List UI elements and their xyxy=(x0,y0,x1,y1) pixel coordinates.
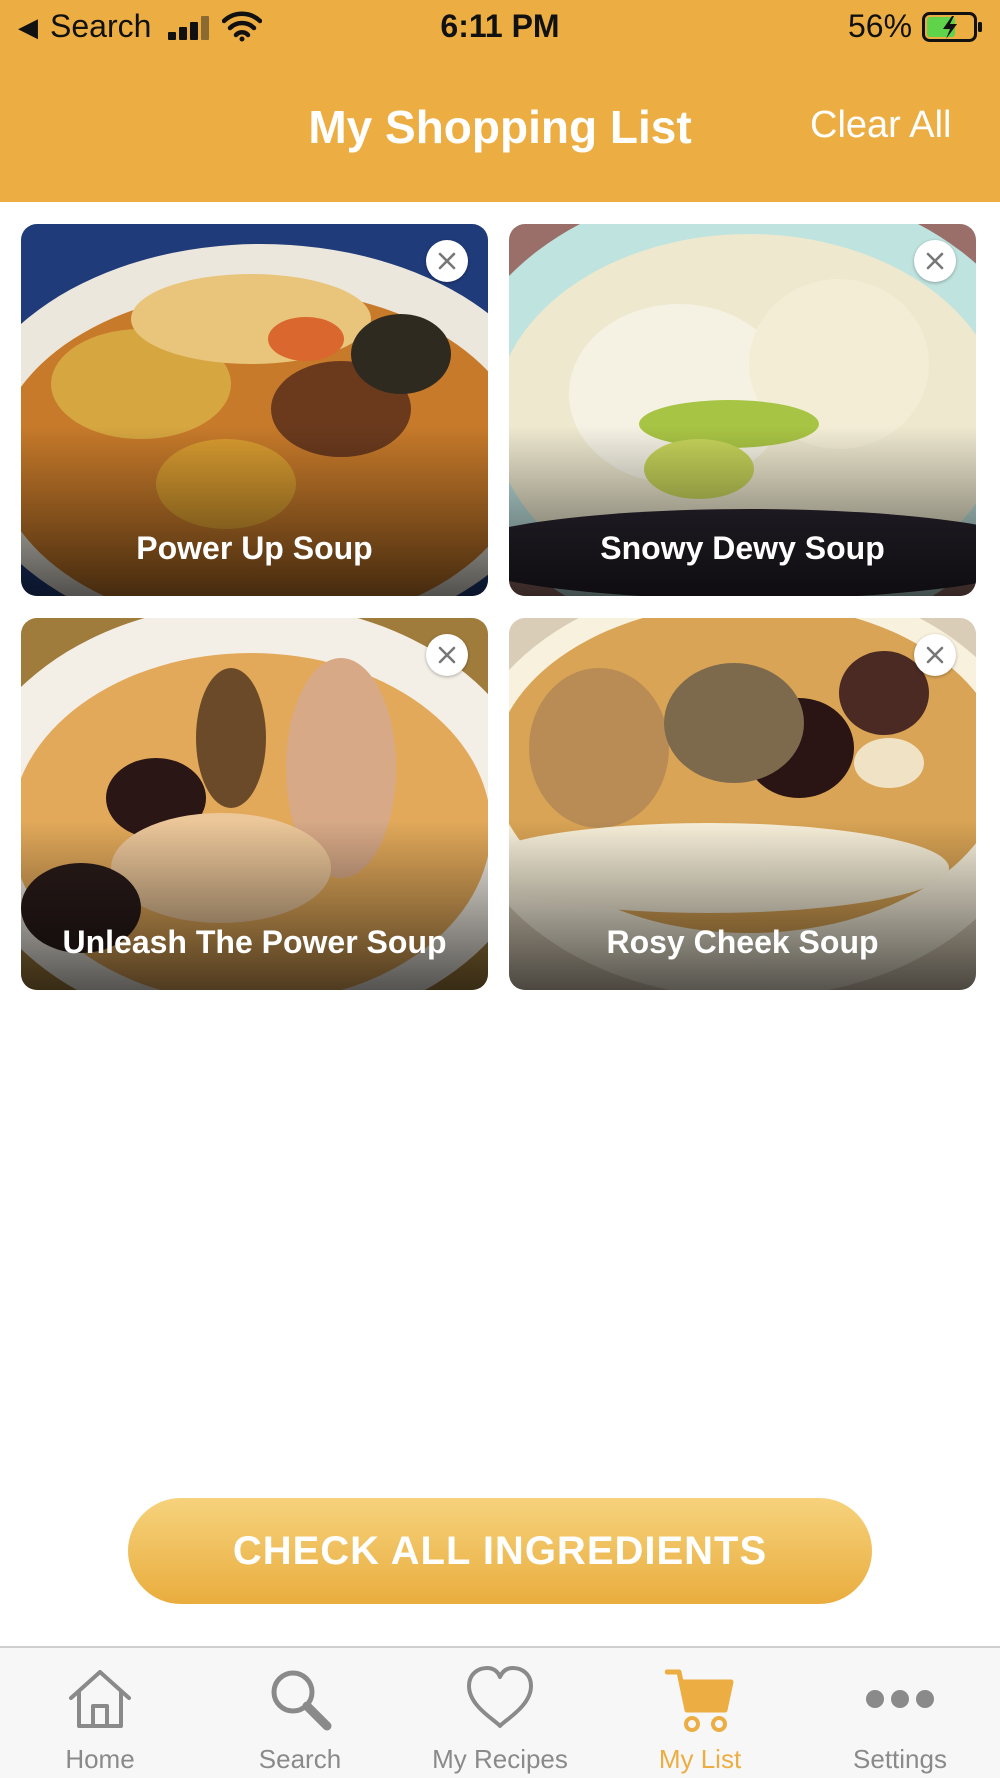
recipe-title: Unleash The Power Soup xyxy=(62,924,447,960)
header-bar: ◀ Search 6:11 PM 56% My Shopping List Cl… xyxy=(0,0,1000,202)
battery-percent: 56% xyxy=(848,8,913,44)
card-gradient xyxy=(21,820,488,990)
recipe-card[interactable]: Unleash The Power Soup xyxy=(21,618,488,990)
card-gradient xyxy=(509,426,976,596)
tab-bar: Home Search My Recipes My List Settings xyxy=(0,1646,1000,1778)
home-icon xyxy=(69,1670,131,1728)
tab-settings[interactable]: Settings xyxy=(800,1648,1000,1778)
remove-recipe-button[interactable] xyxy=(914,240,956,282)
card-gradient xyxy=(509,820,976,990)
tab-my-list[interactable]: My List xyxy=(600,1648,800,1778)
clear-all-button[interactable]: Clear All xyxy=(810,104,952,147)
close-icon xyxy=(926,646,944,664)
recipe-title: Power Up Soup xyxy=(136,530,373,566)
recipe-card[interactable]: Rosy Cheek Soup xyxy=(509,618,976,990)
tab-my-recipes[interactable]: My Recipes xyxy=(400,1648,600,1778)
tab-my-recipes-label: My Recipes xyxy=(432,1744,568,1774)
tab-search[interactable]: Search xyxy=(200,1648,400,1778)
battery-icon xyxy=(922,12,982,42)
tab-home-label: Home xyxy=(65,1744,135,1774)
remove-recipe-button[interactable] xyxy=(426,240,468,282)
cart-icon xyxy=(665,1669,734,1732)
tab-settings-label: Settings xyxy=(853,1744,947,1774)
recipe-card[interactable]: Snowy Dewy Soup xyxy=(509,224,976,596)
recipe-title: Rosy Cheek Soup xyxy=(606,924,879,960)
close-icon xyxy=(438,252,456,270)
close-icon xyxy=(926,252,944,270)
status-bar: ◀ Search 6:11 PM 56% xyxy=(0,0,1000,56)
heart-icon xyxy=(467,1666,533,1728)
more-icon xyxy=(866,1690,934,1708)
remove-recipe-button[interactable] xyxy=(426,634,468,676)
close-icon xyxy=(438,646,456,664)
recipe-title: Snowy Dewy Soup xyxy=(600,530,885,566)
tab-my-list-label: My List xyxy=(658,1744,742,1774)
recipe-card[interactable]: Power Up Soup xyxy=(21,224,488,596)
remove-recipe-button[interactable] xyxy=(914,634,956,676)
search-icon xyxy=(271,1670,332,1731)
card-gradient xyxy=(21,426,488,596)
tab-search-label: Search xyxy=(258,1744,342,1774)
check-all-ingredients-button[interactable]: CHECK ALL INGREDIENTS xyxy=(128,1498,872,1604)
tab-home[interactable]: Home xyxy=(0,1648,200,1778)
